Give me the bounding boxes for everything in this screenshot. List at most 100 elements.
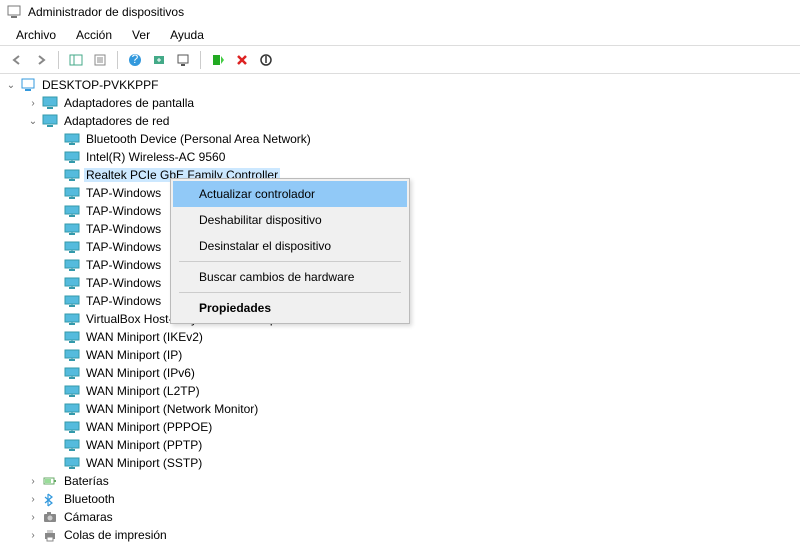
context-menu-item[interactable]: Actualizar controlador — [173, 181, 407, 207]
network-adapter-icon — [64, 221, 80, 237]
toggle-icon[interactable]: › — [26, 494, 40, 505]
tree-root-node[interactable]: ⌄DESKTOP-PVKKPPF — [4, 76, 800, 94]
collapse-icon[interactable]: ⌄ — [4, 80, 18, 91]
enable-device-button[interactable] — [207, 49, 229, 71]
device-label: WAN Miniport (IP) — [84, 348, 184, 362]
network-adapter-icon — [64, 203, 80, 219]
tree-category[interactable]: › Colas de impresión — [4, 526, 800, 544]
window-title: Administrador de dispositivos — [28, 5, 184, 19]
tree-device-node[interactable]: WAN Miniport (SSTP) — [4, 454, 800, 472]
device-label: TAP-Windows — [84, 186, 163, 200]
toolbar: ? — [0, 46, 800, 74]
menu-archivo[interactable]: Archivo — [6, 26, 66, 43]
printer-icon — [42, 527, 58, 543]
svg-text:?: ? — [132, 53, 139, 66]
network-adapter-icon — [64, 257, 80, 273]
toggle-icon[interactable]: › — [26, 530, 40, 541]
category-label: Cámaras — [62, 510, 115, 524]
context-menu-item[interactable]: Buscar cambios de hardware — [173, 264, 407, 290]
menubar: Archivo Acción Ver Ayuda — [0, 24, 800, 46]
uninstall-device-button[interactable] — [231, 49, 253, 71]
device-label: WAN Miniport (IKEv2) — [84, 330, 205, 344]
device-label: WAN Miniport (SSTP) — [84, 456, 204, 470]
context-menu-item[interactable]: Deshabilitar dispositivo — [173, 207, 407, 233]
titlebar: Administrador de dispositivos — [0, 0, 800, 24]
toolbar-separator — [117, 51, 118, 69]
monitor-icon — [42, 113, 58, 129]
device-label: Intel(R) Wireless-AC 9560 — [84, 150, 227, 164]
toggle-icon[interactable]: ⌄ — [26, 116, 40, 127]
nav-forward-button[interactable] — [30, 49, 52, 71]
network-adapter-icon — [64, 185, 80, 201]
device-label: WAN Miniport (L2TP) — [84, 384, 202, 398]
network-adapter-icon — [64, 455, 80, 471]
context-menu-separator — [179, 261, 401, 262]
category-label: Colas de impresión — [62, 528, 169, 542]
properties-button[interactable] — [89, 49, 111, 71]
toggle-icon[interactable]: › — [26, 98, 40, 109]
toolbar-separator — [200, 51, 201, 69]
device-label: TAP-Windows — [84, 222, 163, 236]
device-label: TAP-Windows — [84, 294, 163, 308]
tree-device-node[interactable]: WAN Miniport (Network Monitor) — [4, 400, 800, 418]
device-label: TAP-Windows — [84, 258, 163, 272]
network-adapter-icon — [64, 329, 80, 345]
menu-ver[interactable]: Ver — [122, 26, 160, 43]
network-adapter-icon — [64, 347, 80, 363]
computer-icon — [20, 77, 36, 93]
category-label: Baterías — [62, 474, 111, 488]
network-adapter-icon — [64, 365, 80, 381]
help-button[interactable]: ? — [124, 49, 146, 71]
tree-device-node[interactable]: WAN Miniport (IP) — [4, 346, 800, 364]
context-menu-item[interactable]: Desinstalar el dispositivo — [173, 233, 407, 259]
bluetooth-icon — [42, 491, 58, 507]
category-label: Adaptadores de red — [62, 114, 171, 128]
network-adapter-icon — [64, 311, 80, 327]
context-menu: Actualizar controladorDeshabilitar dispo… — [170, 178, 410, 324]
network-adapter-icon — [64, 293, 80, 309]
toggle-icon[interactable]: › — [26, 512, 40, 523]
tree-device-node[interactable]: WAN Miniport (L2TP) — [4, 382, 800, 400]
device-label: WAN Miniport (PPPOE) — [84, 420, 214, 434]
network-adapter-icon — [64, 437, 80, 453]
menu-ayuda[interactable]: Ayuda — [160, 26, 214, 43]
device-label: WAN Miniport (PPTP) — [84, 438, 204, 452]
device-label: Bluetooth Device (Personal Area Network) — [84, 132, 313, 146]
toggle-icon[interactable]: › — [26, 476, 40, 487]
tree-category[interactable]: ›Adaptadores de pantalla — [4, 94, 800, 112]
device-label: TAP-Windows — [84, 240, 163, 254]
device-label: WAN Miniport (IPv6) — [84, 366, 197, 380]
tree-category[interactable]: ⌄ Adaptadores de red — [4, 112, 800, 130]
scan-hardware-button[interactable] — [148, 49, 170, 71]
network-adapter-icon — [64, 149, 80, 165]
context-menu-item[interactable]: Propiedades — [173, 295, 407, 321]
context-menu-separator — [179, 292, 401, 293]
tree-device-node[interactable]: WAN Miniport (IPv6) — [4, 364, 800, 382]
update-driver-button[interactable] — [172, 49, 194, 71]
tree-category[interactable]: › Bluetooth — [4, 490, 800, 508]
nav-back-button[interactable] — [6, 49, 28, 71]
menu-accion[interactable]: Acción — [66, 26, 122, 43]
tree-device-node[interactable]: WAN Miniport (PPTP) — [4, 436, 800, 454]
tree-device-node[interactable]: WAN Miniport (PPPOE) — [4, 418, 800, 436]
network-adapter-icon — [64, 239, 80, 255]
toolbar-separator — [58, 51, 59, 69]
tree-category[interactable]: › Cámaras — [4, 508, 800, 526]
category-label: Bluetooth — [62, 492, 117, 506]
app-icon — [6, 4, 22, 20]
network-adapter-icon — [64, 167, 80, 183]
network-adapter-icon — [64, 275, 80, 291]
tree-device-node[interactable]: WAN Miniport (IKEv2) — [4, 328, 800, 346]
tree-device-node[interactable]: Bluetooth Device (Personal Area Network) — [4, 130, 800, 148]
tree-device-node[interactable]: Intel(R) Wireless-AC 9560 — [4, 148, 800, 166]
network-adapter-icon — [64, 419, 80, 435]
network-adapter-icon — [64, 383, 80, 399]
disable-device-button[interactable] — [255, 49, 277, 71]
network-adapter-icon — [64, 401, 80, 417]
show-hide-tree-button[interactable] — [65, 49, 87, 71]
monitor-icon — [42, 95, 58, 111]
camera-icon — [42, 509, 58, 525]
battery-icon — [42, 473, 58, 489]
tree-category[interactable]: › Baterías — [4, 472, 800, 490]
device-label: TAP-Windows — [84, 276, 163, 290]
